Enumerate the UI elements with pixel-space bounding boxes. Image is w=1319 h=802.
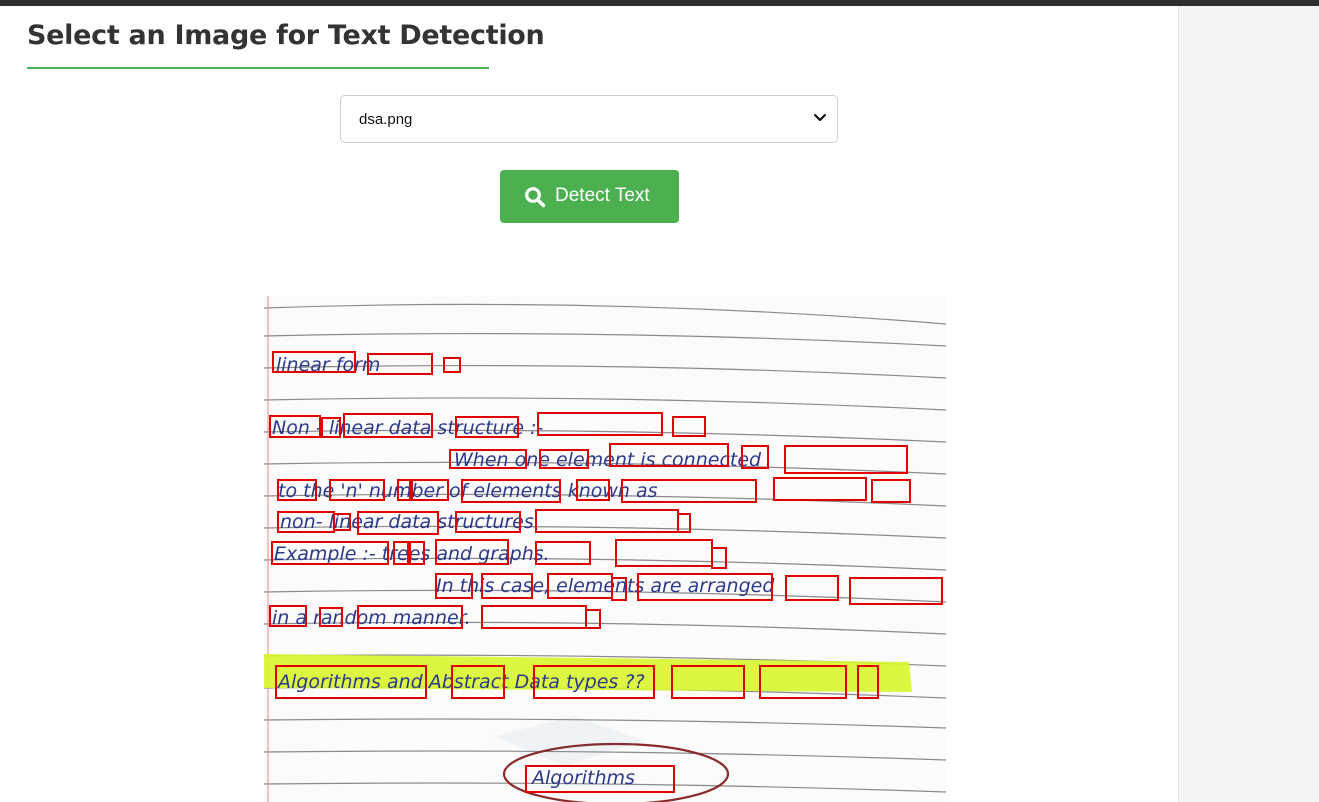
svg-text:Algorithms and Abstract Dat: Algorithms and Abstract Data types ??	[276, 671, 645, 693]
chevron-down-icon	[813, 113, 827, 122]
svg-text:Non - linear data structure: Non - linear data structure :-	[272, 417, 544, 439]
search-icon	[525, 187, 546, 208]
svg-text:Algorithms: Algorithms	[530, 767, 635, 789]
detection-result-image: .hw { font-family:"DejaVu Sans", sans-se…	[264, 296, 946, 802]
svg-text:In this case, elements are: In this case, elements are arranged	[436, 575, 775, 597]
title-underline	[27, 67, 489, 69]
detect-text-button[interactable]: Detect Text	[500, 170, 679, 223]
image-select-value: dsa.png	[359, 111, 413, 128]
detect-text-label: Detect Text	[555, 185, 650, 206]
right-sidebar	[1178, 6, 1319, 802]
annotated-notebook-image: .hw { font-family:"DejaVu Sans", sans-se…	[264, 296, 946, 802]
svg-text:to the 'n' number of elem: to the 'n' number of elements known as	[278, 480, 658, 502]
top-bar	[0, 0, 1319, 6]
page-title: Select an Image for Text Detection	[27, 20, 545, 51]
svg-text:non- linear data structures.: non- linear data structures.	[280, 511, 540, 533]
image-select[interactable]: dsa.png	[340, 95, 838, 143]
